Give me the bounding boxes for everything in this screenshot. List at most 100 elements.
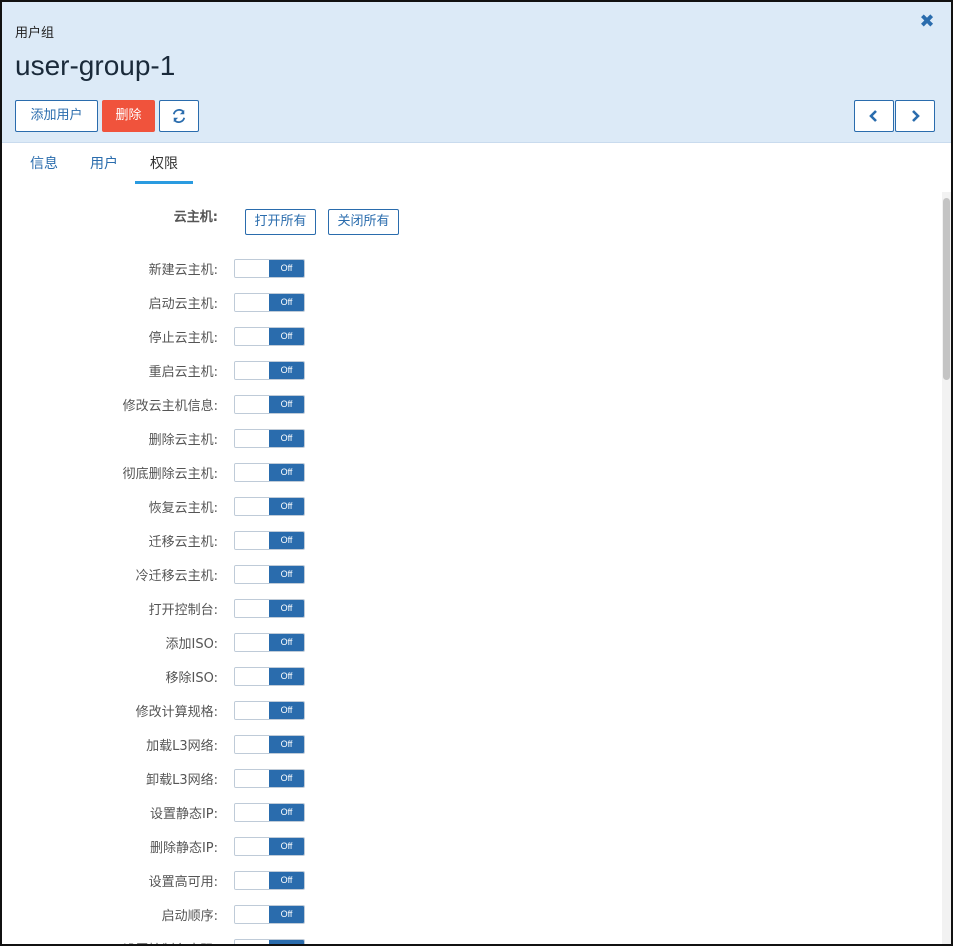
permission-toggle[interactable]: Off	[234, 735, 305, 754]
page-title: user-group-1	[15, 50, 176, 81]
permission-toggle[interactable]: Off	[234, 633, 305, 652]
permission-row: 设置静态IP: Off	[2, 796, 942, 830]
chevron-right-icon	[912, 110, 920, 122]
toggle-state-label: Off	[269, 702, 304, 719]
toggle-state-label: Off	[269, 566, 304, 583]
permission-label: 添加ISO:	[165, 637, 218, 652]
permission-label: 删除云主机:	[148, 433, 218, 448]
toggle-state-label: Off	[269, 600, 304, 617]
permission-toggle[interactable]: Off	[234, 395, 305, 414]
toggle-knob	[235, 600, 269, 617]
permission-toggle[interactable]: Off	[234, 837, 305, 856]
permission-toggle[interactable]: Off	[234, 361, 305, 380]
tab-permissions[interactable]: 权限	[135, 153, 193, 184]
next-button[interactable]	[895, 100, 935, 132]
close-all-button[interactable]: 关闭所有	[328, 209, 399, 235]
permission-toggle[interactable]: Off	[234, 463, 305, 482]
permission-row: 添加ISO: Off	[2, 626, 942, 660]
permission-toggle[interactable]: Off	[234, 497, 305, 516]
toggle-knob	[235, 668, 269, 685]
refresh-button[interactable]	[159, 100, 199, 132]
permission-toggle[interactable]: Off	[234, 803, 305, 822]
permission-row: 设置高可用: Off	[2, 864, 942, 898]
permission-row: 加载L3网络: Off	[2, 728, 942, 762]
permission-toggle[interactable]: Off	[234, 667, 305, 686]
permission-label: 修改计算规格:	[135, 705, 218, 720]
permission-row: 删除静态IP: Off	[2, 830, 942, 864]
permission-toggle[interactable]: Off	[234, 259, 305, 278]
dialog-header: 用户组 user-group-1 ✖ 添加用户 删除	[2, 2, 951, 143]
toggle-state-label: Off	[269, 770, 304, 787]
permission-label: 恢复云主机:	[148, 501, 218, 516]
permission-row: 迁移云主机: Off	[2, 524, 942, 558]
permission-label: 设置控制台密码:	[2, 939, 218, 944]
permission-label: 设置静态IP:	[149, 807, 218, 822]
permission-toggle[interactable]: Off	[234, 701, 305, 720]
dialog-window: 用户组 user-group-1 ✖ 添加用户 删除 信息 用户 权限 云主机:…	[0, 0, 953, 946]
toggle-knob	[235, 532, 269, 549]
toggle-state-label: Off	[269, 430, 304, 447]
delete-button[interactable]: 删除	[102, 100, 155, 132]
previous-button[interactable]	[854, 100, 894, 132]
toggle-state-label: Off	[269, 498, 304, 515]
permission-toggle[interactable]: Off	[234, 327, 305, 346]
toggle-state-label: Off	[269, 736, 304, 753]
permission-label: 启动顺序:	[161, 909, 218, 924]
permission-label: 启动云主机:	[148, 297, 218, 312]
open-all-button[interactable]: 打开所有	[245, 209, 316, 235]
toggle-knob	[235, 362, 269, 379]
permission-toggle[interactable]: Off	[234, 871, 305, 890]
add-user-button[interactable]: 添加用户	[15, 100, 98, 132]
toggle-knob	[235, 464, 269, 481]
permission-label: 加载L3网络:	[146, 739, 218, 754]
permission-toggle[interactable]: Off	[234, 939, 305, 944]
toggle-knob	[235, 872, 269, 889]
permission-row: 冷迁移云主机: Off	[2, 558, 942, 592]
toggle-state-label: Off	[269, 362, 304, 379]
toggle-knob	[235, 328, 269, 345]
toggle-state-label: Off	[269, 872, 304, 889]
permission-label: 迁移云主机:	[148, 535, 218, 550]
permission-label: 删除静态IP:	[149, 841, 218, 856]
permission-label: 冷迁移云主机:	[135, 569, 218, 584]
permission-label: 卸载L3网络:	[146, 773, 218, 788]
toggle-knob	[235, 736, 269, 753]
permission-label: 重启云主机:	[148, 365, 218, 380]
permission-label: 打开控制台:	[148, 603, 218, 618]
permission-row: 恢复云主机: Off	[2, 490, 942, 524]
tab-bar: 信息 用户 权限	[2, 143, 951, 185]
toggle-knob	[235, 702, 269, 719]
permission-toggle[interactable]: Off	[234, 531, 305, 550]
permission-toggle[interactable]: Off	[234, 769, 305, 788]
permission-toggle[interactable]: Off	[234, 429, 305, 448]
close-icon[interactable]: ✖	[917, 12, 937, 32]
toggle-knob	[235, 294, 269, 311]
permission-label: 移除ISO:	[165, 671, 218, 686]
permission-toggle[interactable]: Off	[234, 565, 305, 584]
toggle-knob	[235, 566, 269, 583]
toggle-knob	[235, 838, 269, 855]
tab-info[interactable]: 信息	[30, 153, 58, 181]
permission-row: 修改云主机信息: Off	[2, 388, 942, 422]
permission-row: 删除云主机: Off	[2, 422, 942, 456]
toggle-state-label: Off	[269, 804, 304, 821]
permission-row: 设置控制台密码: Off	[2, 932, 942, 944]
permission-row: 移除ISO: Off	[2, 660, 942, 694]
permission-toggle[interactable]: Off	[234, 905, 305, 924]
scrollbar-thumb[interactable]	[943, 198, 950, 380]
toggle-state-label: Off	[269, 668, 304, 685]
permission-row: 打开控制台: Off	[2, 592, 942, 626]
toggle-knob	[235, 770, 269, 787]
permission-row: 修改计算规格: Off	[2, 694, 942, 728]
permission-row: 停止云主机: Off	[2, 320, 942, 354]
permission-row: 启动顺序: Off	[2, 898, 942, 932]
toggle-state-label: Off	[269, 838, 304, 855]
permission-row: 新建云主机: Off	[2, 252, 942, 286]
toggle-knob	[235, 430, 269, 447]
toggle-knob	[235, 634, 269, 651]
permission-toggle[interactable]: Off	[234, 599, 305, 618]
tab-users[interactable]: 用户	[90, 153, 118, 181]
toggle-state-label: Off	[269, 260, 304, 277]
permission-label: 修改云主机信息:	[122, 399, 218, 414]
permission-toggle[interactable]: Off	[234, 293, 305, 312]
